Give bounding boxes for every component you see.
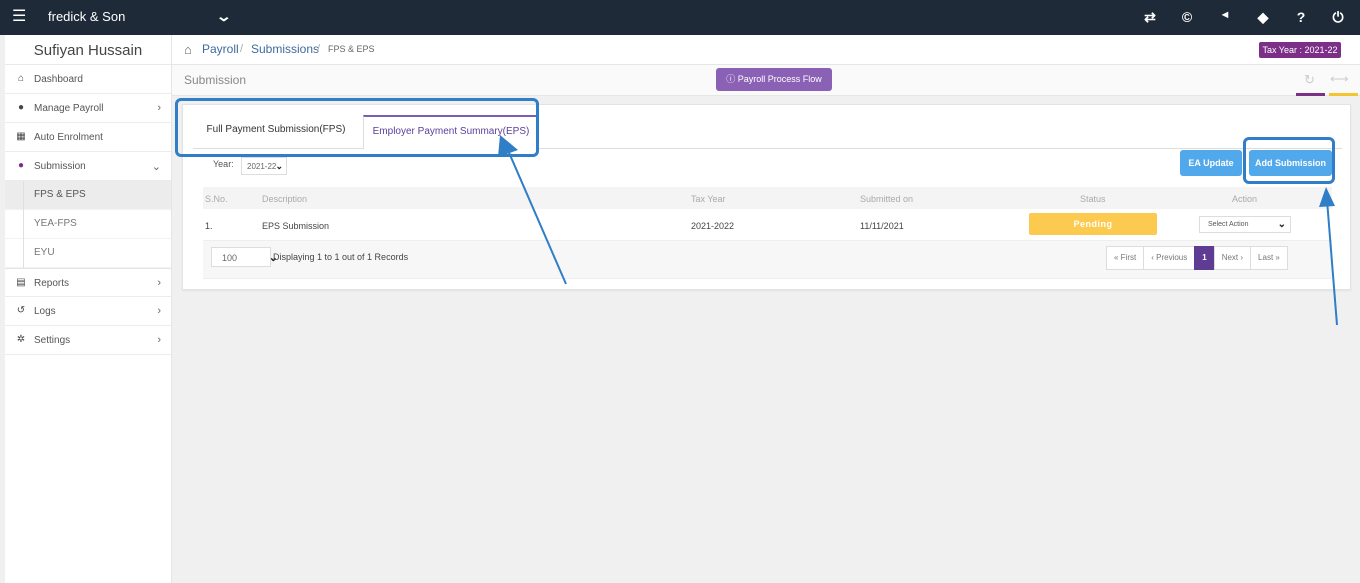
annotation-arrow-line xyxy=(1326,199,1338,326)
annotation-arrowhead xyxy=(1319,187,1335,207)
annotation-arrows xyxy=(498,135,1338,326)
annotation-arrowhead xyxy=(498,135,518,157)
annotation-arrow-line xyxy=(506,147,567,285)
